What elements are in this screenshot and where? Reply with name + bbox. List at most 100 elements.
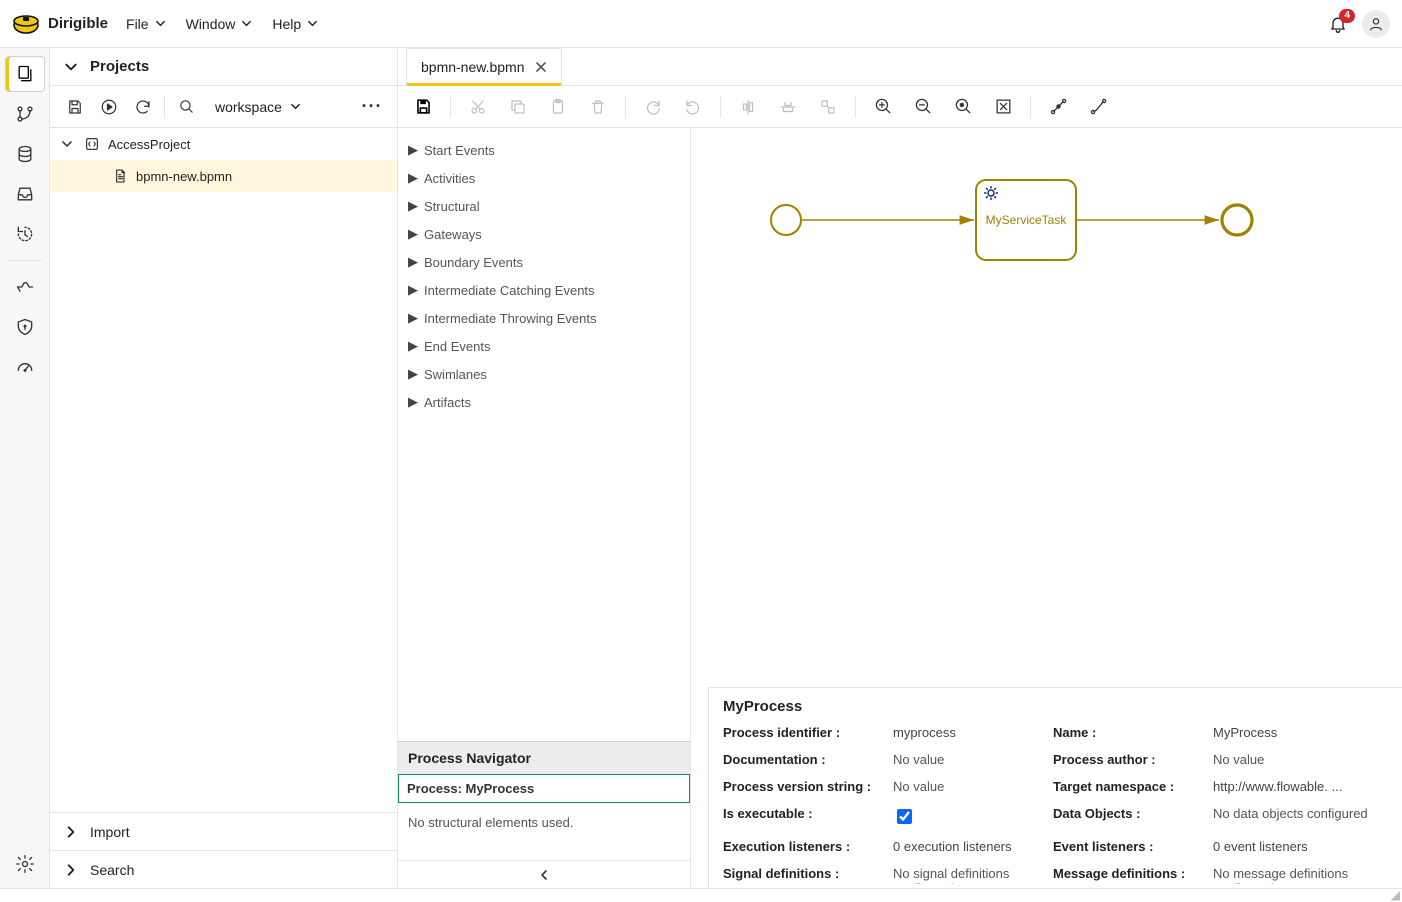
rail-flows[interactable] <box>5 269 45 305</box>
etool-zoom-in[interactable] <box>864 90 902 124</box>
is-executable-checkbox[interactable] <box>897 809 912 824</box>
search-icon <box>178 98 195 115</box>
brand: Dirigible <box>12 10 108 38</box>
menu-window[interactable]: Window <box>186 16 253 32</box>
editor-toolbar <box>398 86 1402 128</box>
tree-project[interactable]: AccessProject <box>50 128 397 160</box>
chevron-down-icon <box>155 18 166 29</box>
refresh-icon <box>134 98 152 116</box>
rail-projects[interactable] <box>5 56 45 92</box>
branch-icon <box>15 104 35 124</box>
workspace: Projects workspace ··· <box>0 48 1402 888</box>
pal-label: Structural <box>424 199 480 214</box>
editor-body: ▶Start Events ▶Activities ▶Structural ▶G… <box>398 128 1402 888</box>
rail-history[interactable] <box>5 216 45 252</box>
gauge-icon <box>15 357 35 377</box>
tool-run[interactable] <box>92 90 126 124</box>
pval-exec[interactable] <box>893 806 1043 827</box>
tree-file[interactable]: bpmn-new.bpmn <box>50 160 397 192</box>
navigator-note: No structural elements used. <box>398 803 690 860</box>
pval-evlist[interactable]: 0 event listeners <box>1213 839 1388 854</box>
panel-title-import: Import <box>90 824 130 840</box>
service-task-label: MyServiceTask <box>986 213 1068 227</box>
pval-name[interactable]: MyProcess <box>1213 725 1388 740</box>
pval-msg[interactable]: No message definitions configured <box>1213 866 1388 884</box>
pal-end-events[interactable]: ▶End Events <box>408 332 680 360</box>
projects-toolbar: workspace ··· <box>50 86 397 128</box>
start-event-node[interactable] <box>771 205 801 235</box>
navigator-process[interactable]: Process: MyProcess <box>398 774 690 803</box>
chevron-right-icon <box>64 863 78 877</box>
tool-refresh[interactable] <box>126 90 160 124</box>
flow-icon <box>15 277 35 297</box>
etool-zoom-reset[interactable] <box>944 90 982 124</box>
play-circle-icon <box>100 98 118 116</box>
tool-search[interactable] <box>169 90 203 124</box>
rail-settings[interactable] <box>5 846 45 882</box>
panel-header-search[interactable]: Search <box>50 850 397 888</box>
etool-save[interactable] <box>404 90 442 124</box>
tool-save[interactable] <box>58 90 92 124</box>
zoom-reset-icon <box>954 97 973 116</box>
pval-dobj[interactable]: No data objects configured <box>1213 806 1388 821</box>
pal-boundary[interactable]: ▶Boundary Events <box>408 248 680 276</box>
pval-elist[interactable]: 0 execution listeners <box>893 839 1043 854</box>
etool-zoom-out[interactable] <box>904 90 942 124</box>
etool-undo <box>674 90 712 124</box>
chevron-down-icon <box>241 18 252 29</box>
notifications-button[interactable]: 4 <box>1328 14 1348 34</box>
plabel-doc: Documentation : <box>723 752 883 767</box>
menu-help[interactable]: Help <box>272 16 318 32</box>
redo-icon <box>644 98 662 116</box>
user-menu[interactable] <box>1362 10 1390 38</box>
pal-structural[interactable]: ▶Structural <box>408 192 680 220</box>
tool-more[interactable]: ··· <box>355 90 389 124</box>
pal-activities[interactable]: ▶Activities <box>408 164 680 192</box>
rail-performance[interactable] <box>5 349 45 385</box>
rail-inbox[interactable] <box>5 176 45 212</box>
pval-pver[interactable]: No value <box>893 779 1043 794</box>
pval-pid[interactable]: myprocess <box>893 725 1043 740</box>
pal-label: Start Events <box>424 143 495 158</box>
navigator-collapse[interactable] <box>398 860 690 888</box>
pval-author[interactable]: No value <box>1213 752 1388 767</box>
pval-sig[interactable]: No signal definitions configured <box>893 866 1043 884</box>
gear-icon <box>15 854 35 874</box>
samesize-icon <box>819 98 837 116</box>
panel-title-search: Search <box>90 862 134 878</box>
etool-bendpoint-remove[interactable] <box>1079 90 1117 124</box>
end-event-node[interactable] <box>1222 205 1252 235</box>
plabel-pver: Process version string : <box>723 779 883 794</box>
copy-icon <box>509 98 527 116</box>
tab-bar: bpmn-new.bpmn <box>398 48 1402 86</box>
plabel-sig: Signal definitions : <box>723 866 883 881</box>
etool-zoom-fit[interactable] <box>984 90 1022 124</box>
pval-tns[interactable]: http://www.flowable. ... <box>1213 779 1388 794</box>
etool-align-h <box>729 90 767 124</box>
resize-grip-icon[interactable]: ◢ <box>1391 888 1400 902</box>
rail-database[interactable] <box>5 136 45 172</box>
pal-start-events[interactable]: ▶Start Events <box>408 136 680 164</box>
separator <box>164 96 165 118</box>
menu-file-label: File <box>126 16 149 32</box>
save-icon <box>66 98 84 116</box>
tab-bpmn[interactable]: bpmn-new.bpmn <box>406 48 562 85</box>
bpmn-canvas[interactable]: MyServiceTask MyProcess Process identifi… <box>691 128 1402 888</box>
etool-bendpoint-add[interactable] <box>1039 90 1077 124</box>
etool-copy <box>499 90 537 124</box>
pal-int-throw[interactable]: ▶Intermediate Throwing Events <box>408 304 680 332</box>
menu-file[interactable]: File <box>126 16 166 32</box>
rail-git[interactable] <box>5 96 45 132</box>
pal-int-catch[interactable]: ▶Intermediate Catching Events <box>408 276 680 304</box>
plabel-evlist: Event listeners : <box>1053 839 1203 854</box>
pval-doc[interactable]: No value <box>893 752 1043 767</box>
rail-security[interactable] <box>5 309 45 345</box>
file-icon <box>112 168 128 184</box>
pal-artifacts[interactable]: ▶Artifacts <box>408 388 680 416</box>
workspace-select[interactable]: workspace <box>203 99 313 115</box>
pal-swimlanes[interactable]: ▶Swimlanes <box>408 360 680 388</box>
panel-header-projects[interactable]: Projects <box>50 48 397 86</box>
panel-header-import[interactable]: Import <box>50 812 397 850</box>
tab-close[interactable] <box>535 61 547 73</box>
pal-gateways[interactable]: ▶Gateways <box>408 220 680 248</box>
